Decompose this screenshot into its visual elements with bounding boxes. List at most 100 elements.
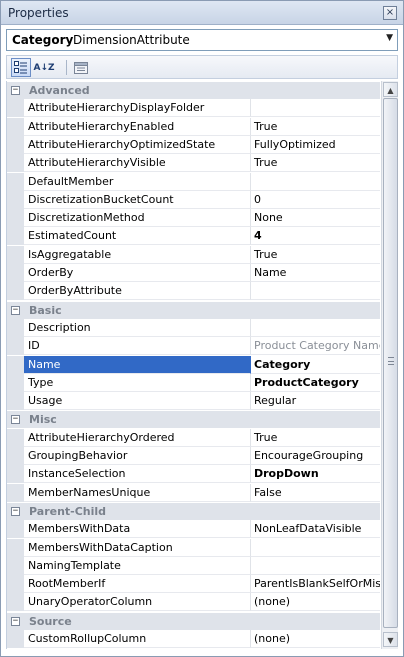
property-value[interactable]: FullyOptimized <box>251 136 380 154</box>
property-value[interactable]: False <box>251 484 380 502</box>
property-name[interactable]: Description <box>24 318 251 337</box>
property-row[interactable]: Type ProductCategory <box>7 373 380 392</box>
property-name[interactable]: AttributeHierarchyVisible <box>24 154 251 173</box>
property-name[interactable]: GroupingBehavior <box>24 447 251 465</box>
title-bar[interactable]: Properties × <box>1 1 403 25</box>
property-name[interactable]: AttributeHierarchyOrdered <box>24 428 251 447</box>
property-name[interactable]: ID <box>24 337 251 356</box>
property-value[interactable]: (none) <box>251 593 380 612</box>
property-pages-icon[interactable] <box>71 58 91 77</box>
property-row[interactable]: GroupingBehavior EncourageGrouping <box>7 447 380 465</box>
property-name[interactable]: OrderBy <box>24 264 251 282</box>
property-name[interactable]: AttributeHierarchyOptimizedState <box>24 135 251 154</box>
property-row[interactable]: DiscretizationMethod None <box>7 209 380 228</box>
property-name[interactable]: DiscretizationMethod <box>24 209 251 228</box>
property-value[interactable]: True <box>251 246 380 264</box>
property-name[interactable]: Type <box>24 373 251 392</box>
property-value[interactable]: EncourageGrouping <box>251 447 380 465</box>
property-row[interactable]: Name Category <box>7 355 380 374</box>
property-value[interactable]: (none) <box>251 630 380 648</box>
property-value[interactable]: Name <box>251 264 380 282</box>
property-name[interactable]: AttributeHierarchyEnabled <box>24 117 251 136</box>
vertical-scrollbar[interactable]: ▲ ▼ <box>381 81 398 649</box>
property-row[interactable]: AttributeHierarchyOrdered True <box>7 428 380 447</box>
property-value[interactable] <box>251 319 380 337</box>
property-row[interactable]: AttributeHierarchyOptimizedState FullyOpt… <box>7 135 380 154</box>
property-name[interactable]: DiscretizationBucketCount <box>24 190 251 209</box>
scroll-down-icon[interactable]: ▼ <box>383 632 398 647</box>
property-row[interactable]: MembersWithDataCaption <box>7 538 380 557</box>
category-header-basic[interactable]: − Basic <box>7 300 380 319</box>
alphabetical-icon[interactable]: A↓Z <box>33 58 54 77</box>
property-row[interactable]: DefaultMember <box>7 172 380 191</box>
property-value[interactable]: ParentIsBlankSelfOrMissing <box>251 575 380 594</box>
property-value[interactable]: Category <box>251 356 380 374</box>
categorized-icon[interactable] <box>11 58 31 77</box>
close-icon[interactable]: × <box>383 6 397 20</box>
property-name[interactable]: MembersWithDataCaption <box>24 538 251 557</box>
property-name[interactable]: Name <box>24 355 251 374</box>
property-value[interactable]: 0 <box>251 191 380 209</box>
object-selector-dropdown[interactable]: Category DimensionAttribute ▼ <box>6 29 398 51</box>
property-value[interactable]: DropDown <box>251 465 380 484</box>
scroll-up-icon[interactable]: ▲ <box>383 82 398 97</box>
property-value[interactable]: ProductCategory <box>251 374 380 392</box>
property-name[interactable]: AttributeHierarchyDisplayFolder <box>24 99 251 118</box>
property-row[interactable]: InstanceSelection DropDown <box>7 465 380 484</box>
property-name[interactable]: UnaryOperatorColumn <box>24 593 251 612</box>
property-name[interactable]: EstimatedCount <box>24 227 251 246</box>
category-header-parent-child[interactable]: − Parent-Child <box>7 501 380 520</box>
property-row[interactable]: IsAggregatable True <box>7 245 380 264</box>
property-row[interactable]: MembersWithData NonLeafDataVisible <box>7 520 380 539</box>
property-row[interactable]: NamingTemplate <box>7 556 380 575</box>
property-name[interactable]: RootMemberIf <box>24 575 251 594</box>
property-value[interactable]: True <box>251 154 380 173</box>
property-name[interactable]: MemberNamesUnique <box>24 483 251 502</box>
property-row[interactable]: UnaryOperatorColumn (none) <box>7 593 380 612</box>
property-row[interactable]: OrderBy Name <box>7 264 380 282</box>
property-value[interactable]: True <box>251 118 380 136</box>
property-value[interactable]: True <box>251 429 380 447</box>
property-row[interactable]: MemberNamesUnique False <box>7 483 380 502</box>
collapse-icon[interactable]: − <box>11 305 20 315</box>
collapse-icon[interactable]: − <box>11 415 20 425</box>
category-header-advanced[interactable]: − Advanced <box>7 81 380 99</box>
property-value[interactable]: 4 <box>251 227 380 246</box>
property-value[interactable] <box>251 557 380 575</box>
property-value[interactable]: Regular <box>251 392 380 411</box>
property-name[interactable]: CustomRollupColumn <box>24 630 251 648</box>
property-value[interactable] <box>251 539 380 557</box>
property-row[interactable]: OrderByAttribute <box>7 282 380 301</box>
category-header-source[interactable]: − Source <box>7 611 380 630</box>
property-row[interactable]: EstimatedCount 4 <box>7 227 380 246</box>
property-name[interactable]: OrderByAttribute <box>24 282 251 301</box>
property-row[interactable]: ID Product Category Name <box>7 337 380 356</box>
property-row[interactable]: Usage Regular <box>7 392 380 411</box>
property-value[interactable] <box>251 173 380 191</box>
property-name[interactable]: NamingTemplate <box>24 556 251 575</box>
property-name[interactable]: IsAggregatable <box>24 245 251 264</box>
category-header-misc[interactable]: − Misc <box>7 410 380 429</box>
property-name[interactable]: MembersWithData <box>24 520 251 539</box>
collapse-icon[interactable]: − <box>11 86 20 95</box>
property-row[interactable]: Description <box>7 318 380 337</box>
row-gutter <box>7 154 24 173</box>
chevron-down-icon[interactable]: ▼ <box>386 33 393 43</box>
collapse-icon[interactable]: − <box>11 506 20 516</box>
scrollbar-thumb[interactable] <box>383 98 398 628</box>
property-value[interactable] <box>251 282 380 301</box>
property-row[interactable]: AttributeHierarchyEnabled True <box>7 117 380 136</box>
property-row[interactable]: RootMemberIfParentIsBlankSelfOrMissing <box>7 575 380 594</box>
property-name[interactable]: Usage <box>24 392 251 411</box>
property-value[interactable]: NonLeafDataVisible <box>251 520 380 539</box>
property-name[interactable]: InstanceSelection <box>24 465 251 484</box>
property-value[interactable] <box>251 99 380 118</box>
property-value[interactable]: None <box>251 209 380 228</box>
property-row[interactable]: CustomRollupColumn (none) <box>7 630 380 648</box>
collapse-icon[interactable]: − <box>11 616 20 626</box>
property-row[interactable]: DiscretizationBucketCount 0 <box>7 190 380 209</box>
property-row[interactable]: AttributeHierarchyVisible True <box>7 154 380 173</box>
property-row[interactable]: AttributeHierarchyDisplayFolder <box>7 99 380 118</box>
property-value[interactable]: Product Category Name <box>251 337 380 356</box>
property-name[interactable]: DefaultMember <box>24 172 251 191</box>
